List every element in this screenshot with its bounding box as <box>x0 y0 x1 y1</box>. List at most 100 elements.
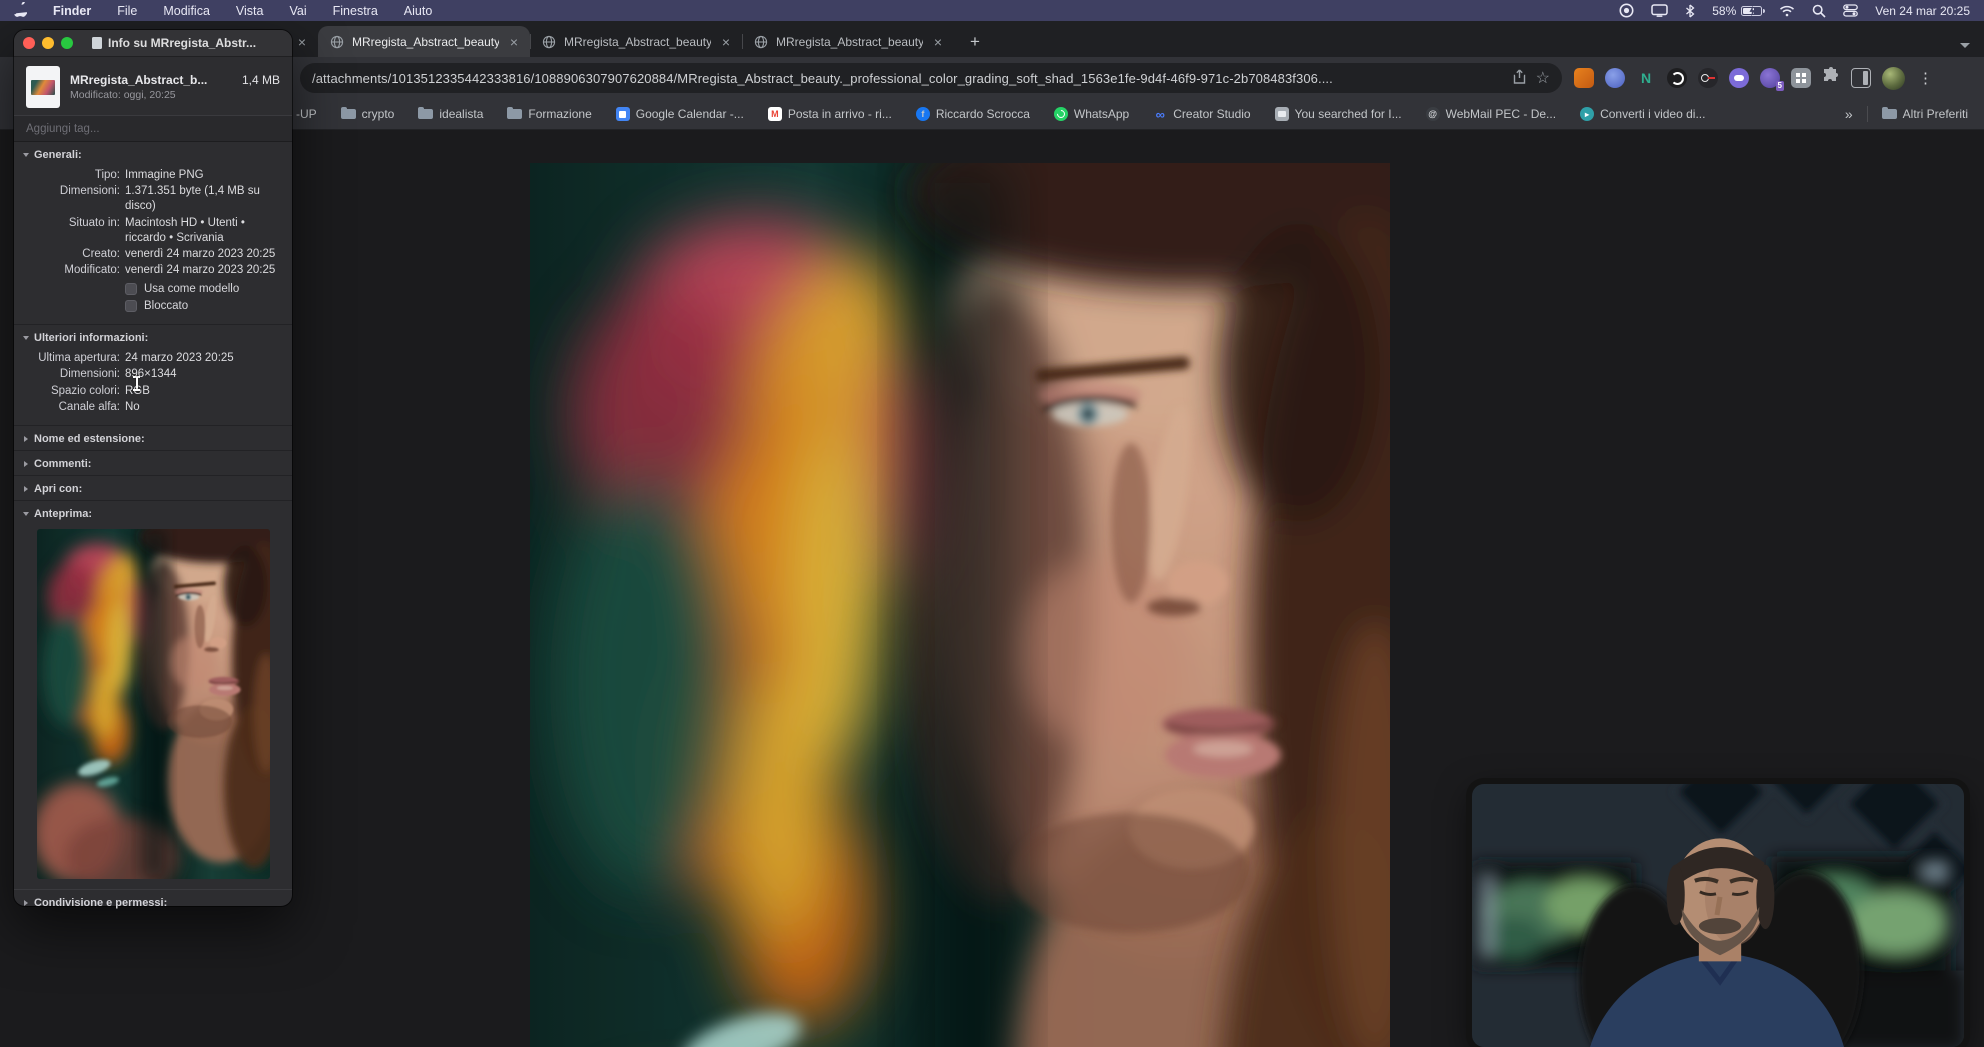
checkbox-icon[interactable] <box>125 300 137 313</box>
tab-image-3[interactable]: MRregista_Abstract_beauty._ × <box>742 26 954 57</box>
url-text[interactable]: /attachments/1013512335442333816/1088906… <box>312 71 1503 86</box>
tab-close-icon[interactable]: × <box>719 34 733 50</box>
nightly-extension-icon[interactable]: N <box>1636 68 1656 88</box>
condivisione-disclosure[interactable]: Condivisione e permessi: <box>14 890 292 914</box>
info-window-titlebar[interactable]: Info su MRregista_Abstr... <box>14 30 292 57</box>
menu-item-aiuto[interactable]: Aiuto <box>404 4 433 18</box>
spotlight-search-icon[interactable] <box>1812 4 1826 18</box>
macos-menu-bar: Finder File Modifica Vista Vai Finestra … <box>0 0 1984 21</box>
menu-item-file[interactable]: File <box>117 4 137 18</box>
checkbox-bloccato[interactable]: Bloccato <box>125 300 280 313</box>
bookmark-creator-studio[interactable]: ∞ Creator Studio <box>1153 106 1251 122</box>
bookmark-converti-video[interactable]: ▸ Converti i video di... <box>1580 107 1705 121</box>
close-traffic-light[interactable] <box>23 37 35 49</box>
bookmark-up[interactable]: -UP <box>296 107 317 121</box>
menu-item-modifica[interactable]: Modifica <box>163 4 210 18</box>
menu-item-vista[interactable]: Vista <box>236 4 264 18</box>
bluetooth-icon[interactable] <box>1685 4 1695 18</box>
chevron-right-icon <box>24 435 28 442</box>
bookmark-folder-formazione[interactable]: Formazione <box>507 106 592 121</box>
apri-con-disclosure[interactable]: Apri con: <box>14 476 292 500</box>
info-row: Dimensioni: 896×1344 <box>59 368 177 381</box>
chevron-right-icon <box>24 485 28 492</box>
tab-strip: ney × MRregista_Abstract_beauty._ × MRre… <box>0 21 1984 57</box>
bookmark-folder-idealista[interactable]: idealista <box>418 106 483 121</box>
minimize-traffic-light[interactable] <box>42 37 54 49</box>
bookmark-whatsapp[interactable]: WhatsApp <box>1053 107 1129 121</box>
menu-item-vai[interactable]: Vai <box>289 4 306 18</box>
bookmarks-overflow-chevrons[interactable]: » <box>1845 106 1853 122</box>
bookmark-webmail-pec[interactable]: @ WebMail PEC - De... <box>1425 107 1556 121</box>
password-key-extension-icon[interactable] <box>1698 68 1718 88</box>
commenti-disclosure[interactable]: Commenti: <box>14 451 292 475</box>
folder-icon <box>507 106 523 119</box>
dark-circle-extension-icon[interactable] <box>1667 68 1687 88</box>
chevron-right-icon <box>24 460 28 467</box>
section-apri-con: Apri con: <box>14 476 292 501</box>
bookmark-you-searched[interactable]: You searched for I... <box>1274 107 1402 121</box>
bookmark-google-calendar[interactable]: Google Calendar -... <box>615 107 744 121</box>
tab-label: MRregista_Abstract_beauty._ <box>564 34 711 49</box>
bookmark-gmail-inbox[interactable]: M Posta in arrivo - ri... <box>767 107 892 121</box>
new-tab-button[interactable]: + <box>960 26 990 57</box>
browser-toolbar: /attachments/1013512335442333816/1088906… <box>0 57 1984 99</box>
bookmark-star-icon[interactable]: ☆ <box>1536 68 1550 88</box>
add-tags-input[interactable] <box>26 122 280 135</box>
convert-video-icon: ▸ <box>1580 107 1595 121</box>
chevron-right-icon <box>24 899 28 906</box>
folder-icon <box>1881 106 1897 119</box>
tag-field-wrap <box>14 115 292 142</box>
hero-image[interactable] <box>530 163 1390 1047</box>
battery-percent-label: 58% <box>1712 3 1737 18</box>
globe-favicon-icon <box>542 35 556 48</box>
address-bar[interactable]: /attachments/1013512335442333816/1088906… <box>300 63 1562 93</box>
checkbox-usa-come-modello[interactable]: Usa come modello <box>125 283 280 296</box>
gmail-icon: M <box>767 107 782 121</box>
profile-avatar[interactable] <box>1882 66 1905 90</box>
document-icon <box>92 37 102 49</box>
purple-extension-icon[interactable]: 5 <box>1760 68 1784 91</box>
zoom-traffic-light[interactable] <box>61 37 73 49</box>
globe-favicon-icon <box>330 35 344 48</box>
bookmark-facebook-profile[interactable]: f Riccardo Scrocca <box>915 107 1030 121</box>
tab-close-icon[interactable]: × <box>507 34 521 50</box>
menu-item-finestra[interactable]: Finestra <box>333 4 378 18</box>
wifi-icon[interactable] <box>1779 5 1795 17</box>
meta-infinity-icon: ∞ <box>1155 106 1165 122</box>
display-menu-icon[interactable] <box>1651 4 1668 17</box>
apple-menu-icon[interactable] <box>14 0 28 20</box>
blue-wave-extension-icon[interactable] <box>1605 68 1625 88</box>
tab-image-2[interactable]: MRregista_Abstract_beauty._ × <box>530 26 742 57</box>
info-window-title: Info su MRregista_Abstr... <box>92 36 256 50</box>
menu-bar-clock[interactable]: Ven 24 mar 20:25 <box>1875 4 1970 18</box>
sidebar-toggle-icon[interactable] <box>1851 68 1871 88</box>
ulteriori-disclosure[interactable]: Ulteriori informazioni: <box>14 325 292 349</box>
tab-image-1-active[interactable]: MRregista_Abstract_beauty._ × <box>318 26 530 57</box>
png-file-icon <box>26 66 60 108</box>
tab-close-icon[interactable]: × <box>295 34 309 50</box>
anteprima-disclosure[interactable]: Anteprima: <box>14 501 292 525</box>
nome-estensione-disclosure[interactable]: Nome ed estensione: <box>14 426 292 450</box>
battery-indicator[interactable]: 58% <box>1712 3 1766 18</box>
section-ulteriori-informazioni: Ulteriori informazioni: Ultima apertura:… <box>14 325 292 426</box>
grid-extension-icon[interactable] <box>1791 68 1811 88</box>
tab-label: MRregista_Abstract_beauty._ <box>352 34 499 49</box>
checkbox-icon[interactable] <box>125 283 137 296</box>
share-icon[interactable] <box>1513 69 1526 87</box>
generali-disclosure[interactable]: Generali: <box>14 142 292 166</box>
extensions-puzzle-icon[interactable] <box>1822 66 1840 90</box>
other-favorites-folder[interactable]: Altri Preferiti <box>1881 106 1968 121</box>
screen-record-icon[interactable] <box>1619 3 1634 18</box>
metamask-extension-icon[interactable] <box>1574 68 1594 88</box>
window-chevron-down-icon[interactable] <box>1960 43 1970 48</box>
purple-cloud-extension-icon[interactable] <box>1729 68 1749 88</box>
bookmark-folder-crypto[interactable]: crypto <box>340 106 394 121</box>
tab-close-icon[interactable]: × <box>931 34 945 50</box>
section-nome-ed-estensione: Nome ed estensione: <box>14 426 292 451</box>
control-center-icon[interactable] <box>1843 4 1859 17</box>
preview-image[interactable] <box>14 525 292 889</box>
browser-menu-kebab-icon[interactable]: ⋮ <box>1916 69 1935 87</box>
info-row: Creato: venerdì 24 marzo 2023 20:25 <box>82 247 276 260</box>
info-row: Situato in: Macintosh HD • Utenti • ricca… <box>68 216 245 244</box>
menu-item-finder[interactable]: Finder <box>53 4 91 18</box>
